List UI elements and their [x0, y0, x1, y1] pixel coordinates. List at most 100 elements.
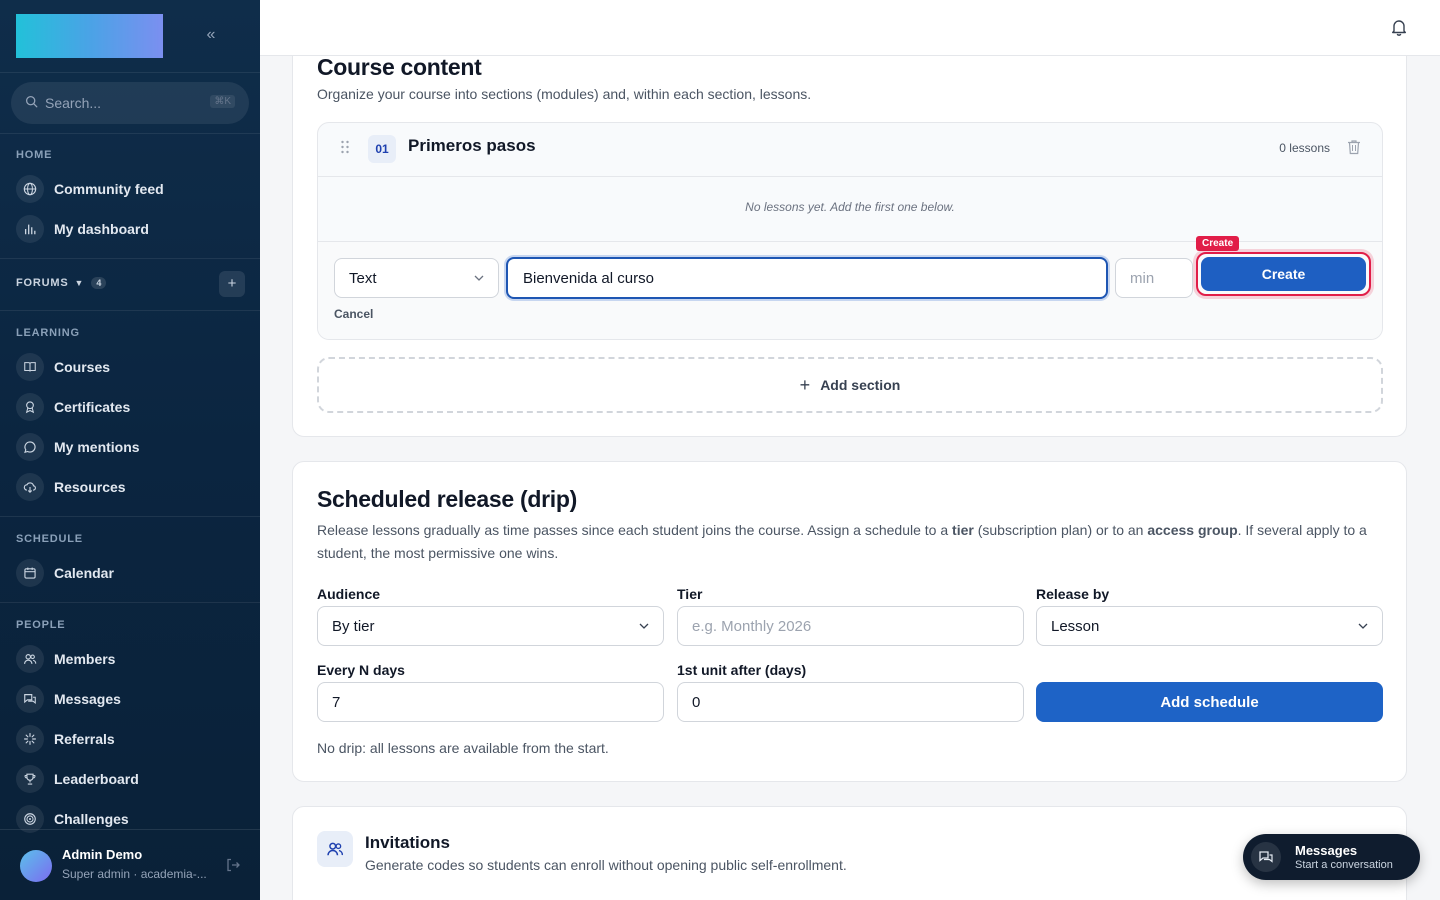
tier-input[interactable]: e.g. Monthly 2026 [677, 606, 1024, 646]
every-n-days-label: Every N days [317, 662, 405, 678]
divider [0, 133, 260, 134]
every-n-days-input[interactable]: 7 [317, 682, 664, 722]
audience-label: Audience [317, 586, 381, 602]
duration-placeholder: min [1130, 269, 1155, 287]
tier-placeholder: e.g. Monthly 2026 [692, 617, 812, 635]
lesson-type-select[interactable]: Text [334, 258, 499, 298]
release-by-label: Release by [1036, 586, 1110, 602]
sidebar-item-label: Certificates [54, 399, 131, 415]
sidebar-item-label: Members [54, 651, 116, 667]
audience-value: By tier [332, 617, 375, 635]
sidebar-item-leaderboard[interactable]: Leaderboard [16, 764, 246, 794]
sidebar-item-label: Resources [54, 479, 126, 495]
logout-icon[interactable] [225, 857, 241, 873]
new-lesson-form: Text Bienvenida al curso min Create Crea… [318, 236, 1382, 339]
divider [0, 258, 260, 259]
drip-desc-text: Release lessons gradually as time passes… [317, 522, 953, 538]
messages-icon [16, 685, 44, 713]
sidebar-item-my-dashboard[interactable]: My dashboard [16, 214, 246, 244]
divider [0, 72, 260, 73]
sidebar-item-messages[interactable]: Messages [16, 684, 246, 714]
section-title[interactable]: Primeros pasos [408, 136, 536, 156]
lesson-type-value: Text [349, 269, 377, 287]
sidebar-item-referrals[interactable]: Referrals [16, 724, 246, 754]
search-placeholder: Search... [45, 95, 102, 111]
collapse-sidebar-icon[interactable]: « [202, 26, 220, 44]
sidebar-item-label: Referrals [54, 731, 115, 747]
sidebar-item-community-feed[interactable]: Community feed [16, 174, 246, 204]
divider [0, 602, 260, 603]
divider [0, 310, 260, 311]
sidebar-item-my-mentions[interactable]: My mentions [16, 432, 246, 462]
section-label-home: HOME [16, 149, 53, 161]
messages-widget[interactable]: Messages Start a conversation [1243, 834, 1420, 880]
sidebar-item-members[interactable]: Members [16, 644, 246, 674]
forums-count-badge: 4 [91, 277, 107, 289]
lesson-title-value: Bienvenida al curso [523, 269, 654, 287]
sidebar-item-label: Messages [54, 691, 121, 707]
section-header: 01 Primeros pasos 0 lessons [318, 123, 1382, 177]
globe-icon [16, 175, 44, 203]
app-logo[interactable] [16, 14, 163, 58]
empty-lessons-text: No lessons yet. Add the first one below. [745, 200, 955, 214]
course-content-description: Organize your course into sections (modu… [317, 86, 812, 102]
cancel-link[interactable]: Cancel [334, 307, 373, 321]
book-icon [16, 353, 44, 381]
course-content-card: Course content Organize your course into… [292, 0, 1407, 437]
create-lesson-button[interactable]: Create [1201, 257, 1366, 291]
sidebar-item-calendar[interactable]: Calendar [16, 558, 246, 588]
drip-desc-text: (subscription plan) or to an [973, 522, 1148, 538]
search-box[interactable]: Search... ⌘K [11, 82, 249, 124]
section-label-forums: FORUMS [16, 277, 69, 289]
lesson-title-input[interactable]: Bienvenida al curso [506, 257, 1108, 299]
invitations-description: Generate codes so students can enroll wi… [365, 857, 847, 873]
invitations-card: Invitations Generate codes so students c… [292, 806, 1407, 900]
add-forum-button[interactable]: + [219, 271, 245, 297]
lesson-duration-input[interactable]: min [1115, 258, 1193, 298]
drip-card: Scheduled release (drip) Release lessons… [292, 461, 1407, 782]
bell-icon[interactable] [1390, 18, 1408, 36]
bar-chart-icon [16, 215, 44, 243]
add-schedule-button[interactable]: Add schedule [1036, 682, 1383, 722]
first-unit-input[interactable]: 0 [677, 682, 1024, 722]
release-by-select[interactable]: Lesson [1036, 606, 1383, 646]
tier-label: Tier [677, 586, 703, 602]
avatar [20, 850, 52, 882]
calendar-icon [16, 559, 44, 587]
page-title: Course content [317, 54, 482, 80]
chevron-down-icon [1358, 623, 1368, 629]
audience-select[interactable]: By tier [317, 606, 664, 646]
forums-toggle[interactable]: FORUMS ▼ 4 [16, 277, 107, 289]
section-number: 01 [368, 135, 396, 163]
chevron-down-icon [474, 275, 484, 281]
sidebar-item-courses[interactable]: Courses [16, 352, 246, 382]
release-by-value: Lesson [1051, 617, 1100, 635]
first-unit-label: 1st unit after (days) [677, 662, 807, 678]
user-profile[interactable]: Admin Demo Super admin · academia-... [0, 829, 260, 900]
add-section-label: Add section [820, 377, 901, 393]
chevron-down-icon [639, 623, 649, 629]
course-section: 01 Primeros pasos 0 lessons No lessons y… [317, 122, 1383, 340]
sidebar-item-label: Leaderboard [54, 771, 139, 787]
sidebar-item-resources[interactable]: Resources [16, 472, 246, 502]
drip-desc-tier: tier [952, 522, 974, 538]
users-icon [327, 842, 343, 856]
search-icon [25, 95, 38, 108]
drip-desc-access-group: access group [1147, 522, 1238, 538]
trash-icon[interactable] [1347, 139, 1361, 155]
sidebar-item-label: My mentions [54, 439, 140, 455]
messages-icon [1251, 842, 1281, 872]
chat-bubble-icon [16, 433, 44, 461]
topbar [260, 0, 1440, 56]
drip-description: Release lessons gradually as time passes… [317, 519, 1377, 565]
sidebar-item-certificates[interactable]: Certificates [16, 392, 246, 422]
lesson-count: 0 lessons [1279, 141, 1330, 155]
add-section-button[interactable]: + Add section [317, 357, 1383, 413]
section-label-people: PEOPLE [16, 619, 66, 631]
cloud-download-icon [16, 473, 44, 501]
create-tooltip-tag: Create [1196, 236, 1240, 251]
drag-handle-icon[interactable] [340, 139, 350, 155]
trophy-icon [16, 765, 44, 793]
messages-widget-subtitle: Start a conversation [1295, 859, 1393, 871]
sidebar-item-label: Challenges [54, 811, 129, 827]
